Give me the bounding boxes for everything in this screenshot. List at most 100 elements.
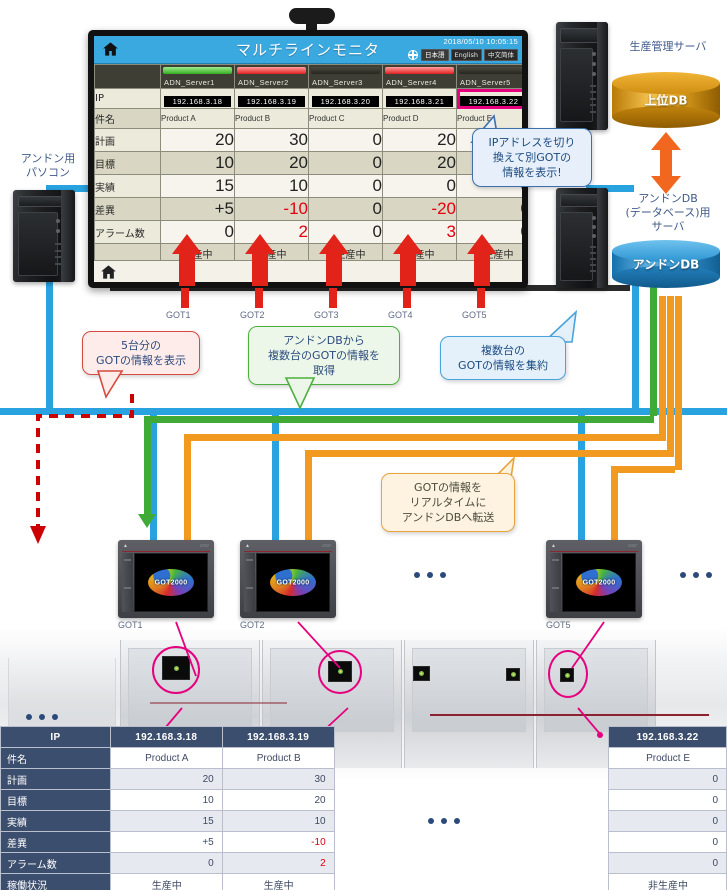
bt-row-status: 稼働状況 生産中 生産中 非生産中 <box>0 873 727 890</box>
net-red-dotted <box>30 394 134 544</box>
server-header-row: ADN_Server1 ADN_Server2 ADN_Server3 ADN_… <box>94 64 522 89</box>
got2000-logo-text-2: GOT2000 <box>276 579 310 586</box>
bt-actual-col-1: 15 <box>109 810 223 832</box>
server-header-3[interactable]: ADN_Server3 <box>308 64 383 89</box>
server-status-bar-2 <box>237 67 306 74</box>
production-server-label: 生産管理サーバ <box>629 40 707 53</box>
bt-gap-name <box>334 748 608 769</box>
five-units-line2: GOTの情報を表示 <box>96 354 186 367</box>
bt-diff-col-1: +5 <box>109 831 223 853</box>
server-header-2[interactable]: ADN_Server2 <box>234 64 309 89</box>
server-header-corner <box>94 64 161 89</box>
andon-db-server-label: アンドンDB (データベース)用 サーバ <box>610 192 726 234</box>
row-label-plan: 計画 <box>94 128 161 152</box>
lang-button-ja[interactable]: 日本語 <box>421 49 449 61</box>
realtime-line3: アンドンDBへ転送 <box>401 511 495 524</box>
net-orange-got2-h <box>305 450 674 457</box>
aggregate-callout: 複数台の GOTの情報を集約 <box>440 336 566 380</box>
server-header-4[interactable]: ADN_Server4 <box>382 64 457 89</box>
actual-cell-3: 0 <box>308 174 383 198</box>
realtime-callout: GOTの情報を リアルタイムに アンドンDBへ転送 <box>381 473 515 532</box>
screen-header: マルチラインモニタ 2018/05/10 10:05:15 日本語 Englis… <box>94 36 522 64</box>
bt-plan-col-2: 30 <box>221 768 335 790</box>
ip-cell-3[interactable]: 192.168.3.20 <box>308 88 383 109</box>
diff-cell-3: 0 <box>308 197 383 221</box>
andon-db-server-label-line3: サーバ <box>651 220 685 233</box>
ip-cell-5-selected[interactable]: 192.168.3.22 <box>456 88 522 109</box>
net-orange-got5-riser <box>611 466 618 540</box>
row-target: 目標 10 20 0 20 <box>94 151 522 175</box>
lang-button-zh[interactable]: 中文简体 <box>484 49 518 61</box>
bt-gap-target <box>334 790 608 811</box>
bt-row-label-name: 件名 <box>0 747 111 769</box>
bt-gap-diff <box>334 832 608 853</box>
row-ip: IP 192.168.3.18 192.168.3.19 192.168.3.2… <box>94 88 522 109</box>
net-orange-got2-riser <box>305 450 312 540</box>
net-blue-got2-riser <box>272 408 279 540</box>
pink-leader-lines <box>157 621 605 738</box>
bt-plan-col-3: 0 <box>608 768 727 790</box>
five-units-callout-tail <box>96 370 124 399</box>
bt-name-col-2: Product B <box>221 747 335 769</box>
lang-button-en[interactable]: English <box>450 49 482 61</box>
bt-row-label-diff: 差異 <box>0 831 111 853</box>
server-header-5[interactable]: ADN_Server5 <box>456 64 522 89</box>
ip-cell-1[interactable]: 192.168.3.18 <box>160 88 235 109</box>
andon-db-server-label-line2: (データベース)用 <box>625 206 711 219</box>
got-unit-1[interactable]: ▲ GT27 GOT2000 <box>118 540 214 618</box>
bt-actual-col-3: 0 <box>608 810 727 832</box>
bottom-data-table: IP 192.168.3.18 192.168.3.19 192.168.3.2… <box>0 726 727 890</box>
server-name-2: ADN_Server2 <box>238 78 289 87</box>
plan-cell-2: 30 <box>234 128 309 152</box>
server-name-3: ADN_Server3 <box>312 78 363 87</box>
got-unit-2[interactable]: ▲ GT27 GOT2000 <box>240 540 336 618</box>
bt-row-name: 件名 Product A Product B Product E <box>0 747 727 769</box>
model-number-5: GT27 <box>628 544 637 548</box>
diff-cell-4: -20 <box>382 197 457 221</box>
net-blue-got5-riser <box>578 408 585 540</box>
ip-value-5: 192.168.3.22 <box>459 96 522 107</box>
target-cell-1: 10 <box>160 151 235 175</box>
five-units-line1: 5台分の <box>121 339 161 352</box>
andon-pc-label-line2: パソコン <box>26 166 70 179</box>
bt-target-col-3: 0 <box>608 789 727 811</box>
bt-alarm-col-2: 2 <box>221 852 335 874</box>
brand-mark-2: ▲ <box>245 543 250 549</box>
name-cell-4: Product D <box>382 108 457 129</box>
got2000-logo-text-1: GOT2000 <box>154 579 188 586</box>
diff-cell-2: -10 <box>234 197 309 221</box>
ellipsis-dots-middle <box>414 572 446 578</box>
got-tick-label-4: GOT4 <box>388 310 413 320</box>
got-tick-label-5: GOT5 <box>462 310 487 320</box>
db-sync-arrow <box>651 132 681 194</box>
row-actual: 実績 15 10 0 0 0 <box>94 174 522 198</box>
ip-cell-4[interactable]: 192.168.3.21 <box>382 88 457 109</box>
brand-mark-5: ▲ <box>551 543 556 549</box>
got2000-logo-2: GOT2000 <box>270 569 316 596</box>
net-orange-got5-up <box>675 296 682 470</box>
net-orange-got1-up <box>659 296 666 438</box>
row-diff: 差異 +5 -10 0 -20 0 <box>94 197 522 221</box>
ip-cell-2[interactable]: 192.168.3.19 <box>234 88 309 109</box>
from-db-line1: アンドンDBから <box>283 334 365 347</box>
server-header-1[interactable]: ADN_Server1 <box>160 64 235 89</box>
bt-ip-col-1: 192.168.3.18 <box>109 726 223 748</box>
net-green-across <box>144 416 654 423</box>
plan-cell-3: 0 <box>308 128 383 152</box>
actual-cell-1: 15 <box>160 174 235 198</box>
upper-db-label: 上位DB <box>644 93 688 108</box>
bt-diff-col-3: 0 <box>608 831 727 853</box>
bt-diff-col-2: -10 <box>221 831 335 853</box>
actual-cell-4: 0 <box>382 174 457 198</box>
got2000-logo-text-5: GOT2000 <box>582 579 616 586</box>
server-status-bar-5 <box>459 67 522 74</box>
ip-value-2: 192.168.3.19 <box>237 96 306 107</box>
language-switcher[interactable]: 日本語 English 中文简体 <box>407 49 518 61</box>
got-display-1: GOT2000 <box>134 553 208 612</box>
ip-switch-line2: 換えて別GOTの <box>492 151 572 164</box>
from-db-callout-tail <box>284 377 316 410</box>
row-label-ip: IP <box>94 88 161 109</box>
bt-row-label-plan: 計画 <box>0 768 111 790</box>
bt-gap-ip <box>334 727 608 748</box>
got-unit-5[interactable]: ▲ GT27 GOT2000 <box>546 540 642 618</box>
